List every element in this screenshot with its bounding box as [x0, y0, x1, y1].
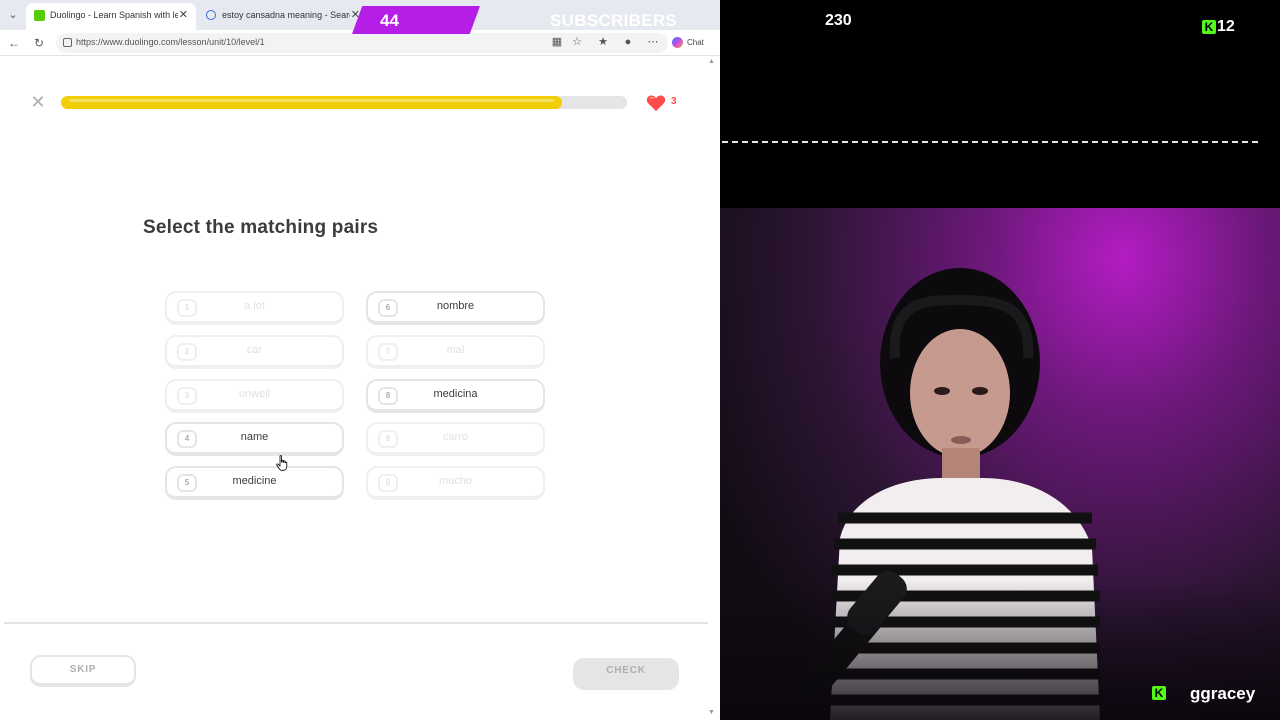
tile-word: car — [246, 344, 263, 356]
lock-icon — [63, 38, 72, 47]
scroll-down-arrow-icon[interactable]: ▼ — [708, 709, 715, 716]
search-favicon-icon — [206, 10, 216, 20]
tile-word: a lot — [244, 300, 265, 312]
more-options-icon[interactable]: ⋯ — [645, 34, 661, 50]
subscriber-count: 44 — [380, 11, 399, 30]
instruction-heading: Select the matching pairs — [143, 217, 379, 238]
viewer-count: 230 — [825, 12, 852, 29]
dashed-divider — [722, 141, 1258, 143]
match-tile-left-1[interactable]: 1 a lot — [165, 291, 344, 325]
scroll-up-arrow-icon[interactable]: ▲ — [708, 58, 715, 65]
tab-title: Duolingo - Learn Spanish with lessons — [50, 10, 178, 20]
subscriber-label: SUBSCRIBERS — [550, 11, 678, 30]
app-grid-icon[interactable]: ▦ — [549, 34, 565, 50]
match-tile-right-8[interactable]: 8 medicina — [366, 379, 545, 413]
tile-word: unwell — [238, 388, 271, 400]
close-tab-icon[interactable]: ✕ — [179, 3, 188, 28]
lesson-progress-bar — [61, 96, 627, 109]
match-tile-left-2[interactable]: 2 car — [165, 335, 344, 369]
copilot-icon — [672, 37, 683, 49]
kick-logo-icon — [1202, 20, 1216, 34]
tab-search[interactable]: estoy cansadna meaning - Search ✕ — [198, 3, 368, 30]
tile-word: nombre — [436, 300, 475, 312]
browser-window: ⌄ Duolingo - Learn Spanish with lessons … — [0, 0, 720, 720]
tab-title: estoy cansadna meaning - Search — [222, 10, 350, 20]
tile-word: carro — [442, 431, 469, 443]
chat-label: Chat — [687, 38, 704, 47]
copilot-chat-button[interactable]: Chat — [672, 35, 718, 51]
match-tile-right-9[interactable]: 9 carro — [366, 422, 545, 456]
kick-logo-icon — [1152, 686, 1166, 700]
hearts-count: 3 — [671, 96, 677, 107]
tab-menu-chevron-icon[interactable]: ⌄ — [4, 6, 22, 24]
match-tile-left-3[interactable]: 3 unwell — [165, 379, 344, 413]
duolingo-favicon-icon — [34, 10, 45, 21]
tile-word: mucho — [438, 475, 473, 487]
heart-icon — [646, 95, 666, 112]
footer-divider — [4, 622, 708, 624]
back-arrow-icon[interactable]: ← — [5, 34, 23, 52]
match-tile-right-0[interactable]: 0 mucho — [366, 466, 545, 500]
favorite-star-icon[interactable]: ☆ — [569, 34, 585, 50]
match-tile-left-5[interactable]: 5 medicine — [165, 466, 344, 500]
close-lesson-icon[interactable]: ✕ — [29, 93, 47, 111]
match-tile-right-6[interactable]: 6 nombre — [366, 291, 545, 325]
subscriber-goal-banner: 44 SUBSCRIBERS — [352, 6, 720, 34]
match-tile-left-4[interactable]: 4 name — [165, 422, 344, 456]
streamer-name: ggracey — [1190, 684, 1256, 703]
tile-word: medicina — [433, 388, 478, 400]
tile-word: name — [240, 431, 269, 443]
stream-panel: 230 12 — [720, 0, 1280, 720]
webcam-feed — [720, 208, 1280, 720]
kick-follower-count: 12 — [1217, 18, 1235, 35]
skip-button[interactable]: SKIP — [30, 655, 136, 687]
refresh-icon[interactable]: ↻ — [30, 34, 48, 52]
subscriber-count-badge — [352, 6, 480, 34]
tile-word: mal — [446, 344, 465, 356]
url-text: https://www.duolingo.com/lesson/unit/10/… — [76, 37, 265, 47]
match-tile-right-7[interactable]: 7 mal — [366, 335, 545, 369]
profile-avatar-icon[interactable]: ● — [620, 34, 636, 50]
check-button[interactable]: CHECK — [573, 658, 679, 690]
tab-duolingo[interactable]: Duolingo - Learn Spanish with lessons ✕ — [26, 3, 196, 30]
tile-word: medicine — [232, 475, 277, 487]
hand-pointer-cursor-icon — [276, 455, 288, 471]
progress-fill — [61, 96, 562, 109]
favorites-list-icon[interactable]: ★ — [595, 34, 611, 50]
